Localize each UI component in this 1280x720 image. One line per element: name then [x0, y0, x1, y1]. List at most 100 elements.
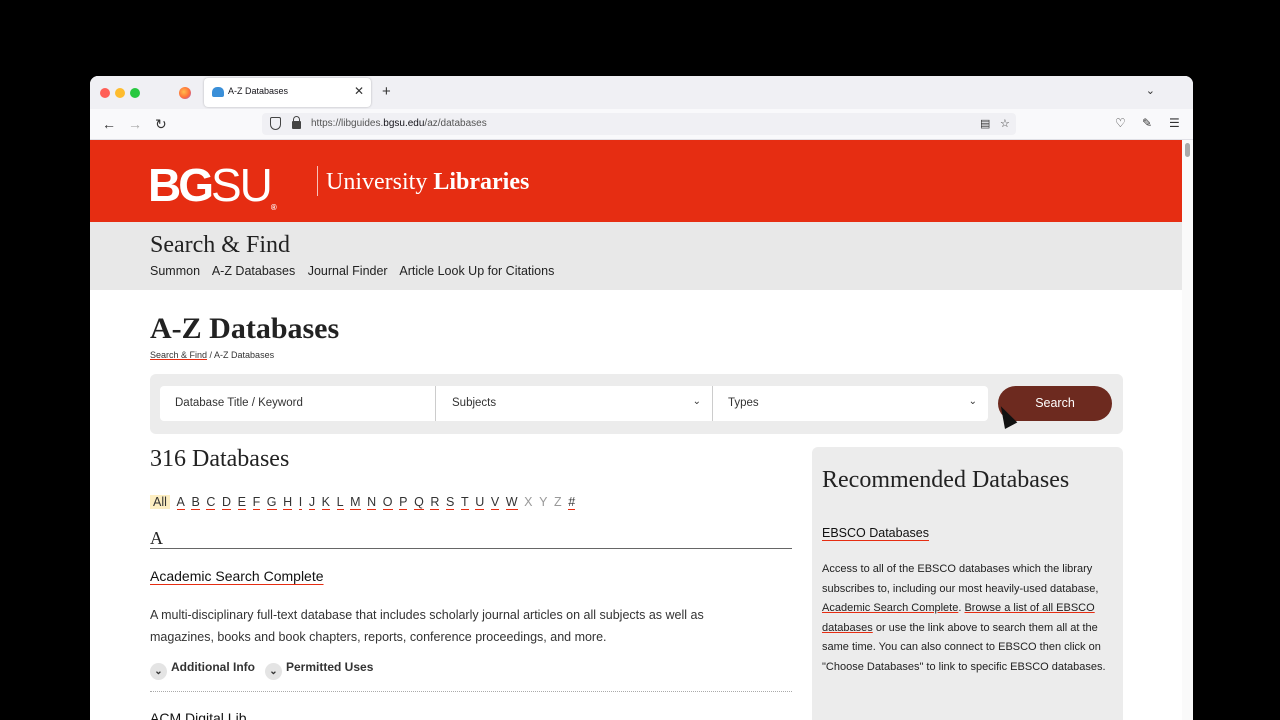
- breadcrumb: Search & Find / A-Z Databases: [150, 350, 274, 360]
- web-page: BGSU® University Libraries Search & Find…: [90, 140, 1182, 720]
- letter-filter-hash[interactable]: #: [568, 495, 576, 510]
- entry-divider: [150, 691, 792, 692]
- nav-link-summon[interactable]: Summon: [150, 264, 200, 278]
- tab-az-databases[interactable]: A-Z Databases ✕: [204, 78, 371, 107]
- letter-filter-p[interactable]: P: [399, 495, 408, 510]
- tab-strip: A-Z Databases ✕ + ⌄: [90, 76, 1193, 109]
- logo-divider: [317, 166, 318, 196]
- recommended-heading: Recommended Databases: [822, 467, 1070, 493]
- letter-filter-f[interactable]: F: [252, 495, 261, 510]
- bgsu-logo[interactable]: BGSU®: [148, 158, 277, 212]
- page-title: A-Z Databases: [150, 312, 340, 345]
- tab-title: A-Z Databases: [228, 86, 289, 96]
- lock-icon[interactable]: [292, 116, 301, 129]
- chevron-down-icon: ⌄: [968, 396, 977, 407]
- letter-filter-n[interactable]: N: [367, 495, 377, 510]
- section-links: Summon A-Z Databases Journal Finder Arti…: [150, 264, 563, 278]
- letter-filter-t[interactable]: T: [460, 495, 469, 510]
- letter-filter-s[interactable]: S: [446, 495, 455, 510]
- alphabet-filter: All A B C D E F G H I J K L M N O P Q R S T U V W X Y Z #: [150, 495, 582, 510]
- letter-filter-e[interactable]: E: [237, 495, 246, 510]
- browser-window: A-Z Databases ✕ + ⌄ ← → ↻ https://libgui…: [90, 76, 1193, 720]
- pocket-icon[interactable]: ♡: [1115, 116, 1126, 130]
- bookmark-star-icon[interactable]: ☆: [1000, 117, 1010, 130]
- letter-filter-a[interactable]: A: [176, 495, 185, 510]
- letter-filter-b[interactable]: B: [191, 495, 200, 510]
- additional-info-label: Additional Info: [171, 660, 255, 674]
- recommended-text: Access to all of the EBSCO databases whi…: [822, 563, 1099, 595]
- breadcrumb-current: A-Z Databases: [214, 350, 275, 360]
- libguides-favicon-icon: [212, 87, 224, 97]
- section-nav: Search & Find Summon A-Z Databases Journ…: [90, 222, 1182, 290]
- header-banner: BGSU® University Libraries: [90, 140, 1182, 222]
- database-title-link[interactable]: ACM Digital Lib: [150, 710, 246, 720]
- database-description: A multi-disciplinary full-text database …: [150, 608, 704, 644]
- letter-filter-o[interactable]: O: [382, 495, 393, 510]
- page-scrollbar[interactable]: [1182, 140, 1193, 720]
- letter-filter-r[interactable]: R: [430, 495, 440, 510]
- letter-filter-g[interactable]: G: [266, 495, 277, 510]
- letter-filter-k[interactable]: K: [321, 495, 331, 510]
- database-count: 316 Databases: [150, 446, 290, 472]
- nav-link-article-lookup[interactable]: Article Look Up for Citations: [399, 264, 554, 278]
- letter-filter-z: Z: [554, 495, 562, 509]
- permitted-uses-toggle[interactable]: ⌄ Permitted Uses: [265, 660, 373, 680]
- close-window-button[interactable]: [100, 88, 110, 98]
- university-libraries-logo[interactable]: University Libraries: [326, 169, 529, 196]
- search-button[interactable]: Search: [998, 386, 1112, 421]
- letter-filter-v[interactable]: V: [490, 495, 500, 510]
- academic-search-complete-link[interactable]: Academic Search Complete: [822, 602, 958, 614]
- recommended-databases-panel: Recommended Databases EBSCO Databases Ac…: [812, 447, 1123, 720]
- types-select[interactable]: Types ⌄: [713, 386, 988, 421]
- letter-filter-l[interactable]: L: [336, 495, 344, 510]
- breadcrumb-separator: /: [207, 350, 215, 360]
- keyword-search-input[interactable]: Database Title / Keyword: [160, 386, 436, 421]
- letter-filter-d[interactable]: D: [222, 495, 232, 510]
- letter-filter-y: Y: [539, 495, 548, 509]
- letter-filter-q[interactable]: Q: [414, 495, 424, 510]
- close-tab-icon[interactable]: ✕: [354, 84, 364, 98]
- tracking-protection-shield-icon[interactable]: [270, 117, 281, 130]
- database-title-link[interactable]: Academic Search Complete: [150, 568, 324, 584]
- navigation-toolbar: ← → ↻ https://libguides.bgsu.edu/az/data…: [90, 109, 1193, 140]
- maximize-window-button[interactable]: [130, 88, 140, 98]
- letter-filter-u[interactable]: U: [475, 495, 485, 510]
- letter-filter-c[interactable]: C: [206, 495, 216, 510]
- types-select-label: Types: [728, 397, 759, 409]
- permitted-uses-label: Permitted Uses: [286, 660, 374, 674]
- letter-filter-all[interactable]: All: [150, 495, 170, 509]
- new-tab-icon[interactable]: +: [382, 83, 391, 100]
- chevron-down-icon: ⌄: [692, 396, 701, 407]
- menu-icon[interactable]: ☰: [1169, 116, 1180, 130]
- back-icon[interactable]: ←: [102, 116, 116, 132]
- reload-icon[interactable]: ↻: [155, 116, 167, 133]
- firefox-view-icon[interactable]: [179, 87, 191, 99]
- url-text[interactable]: https://libguides.bgsu.edu/az/databases: [311, 118, 487, 129]
- minimize-window-button[interactable]: [115, 88, 125, 98]
- letter-filter-x: X: [524, 495, 533, 509]
- chevron-down-icon: ⌄: [150, 663, 167, 680]
- additional-info-toggle[interactable]: ⌄ Additional Info: [150, 660, 255, 680]
- letter-filter-w[interactable]: W: [505, 495, 518, 510]
- address-bar[interactable]: https://libguides.bgsu.edu/az/databases …: [262, 113, 1016, 135]
- subjects-select-label: Subjects: [452, 397, 497, 409]
- ebsco-databases-link[interactable]: EBSCO Databases: [822, 526, 929, 540]
- forward-icon[interactable]: →: [128, 116, 142, 132]
- section-title[interactable]: Search & Find: [150, 232, 290, 259]
- section-divider: [150, 548, 792, 549]
- extensions-icon[interactable]: ✎: [1142, 116, 1152, 130]
- letter-filter-i[interactable]: I: [298, 495, 303, 510]
- letter-filter-m[interactable]: M: [350, 495, 361, 510]
- recommended-description: Access to all of the EBSCO databases whi…: [822, 560, 1117, 677]
- database-search-form: Database Title / Keyword Subjects ⌄ Types…: [150, 374, 1123, 434]
- letter-filter-h[interactable]: H: [283, 495, 293, 510]
- list-all-tabs-icon[interactable]: ⌄: [1146, 84, 1155, 97]
- breadcrumb-link-search-find[interactable]: Search & Find: [150, 350, 207, 360]
- reader-view-icon[interactable]: ▤: [980, 117, 990, 130]
- scrollbar-thumb[interactable]: [1185, 143, 1190, 157]
- subjects-select[interactable]: Subjects ⌄: [436, 386, 713, 421]
- section-letter-heading: A: [150, 528, 163, 548]
- nav-link-journal-finder[interactable]: Journal Finder: [308, 264, 388, 278]
- nav-link-az-databases[interactable]: A-Z Databases: [212, 264, 295, 278]
- letter-filter-j[interactable]: J: [308, 495, 316, 510]
